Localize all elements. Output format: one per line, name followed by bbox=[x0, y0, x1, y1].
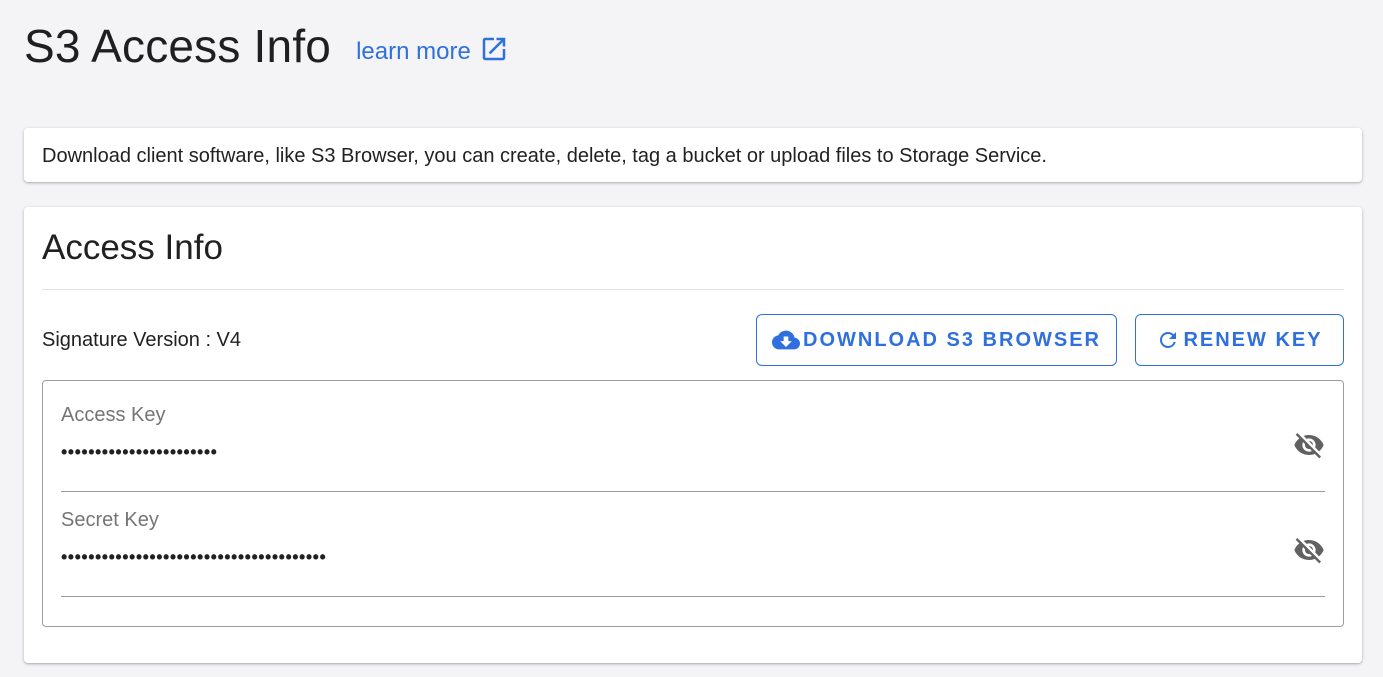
access-key-value[interactable]: ••••••••••••••••••••••• bbox=[61, 441, 217, 463]
learn-more-link[interactable]: learn more bbox=[356, 37, 509, 66]
eye-off-icon[interactable] bbox=[1293, 429, 1325, 461]
page-title: S3 Access Info bbox=[24, 20, 332, 72]
secret-key-label: Secret Key bbox=[61, 509, 159, 531]
access-key-field[interactable]: Access Key ••••••••••••••••••••••• bbox=[61, 401, 1325, 492]
keys-box: Access Key ••••••••••••••••••••••• Secre… bbox=[42, 380, 1344, 627]
renew-key-button[interactable]: RENEW KEY bbox=[1135, 314, 1344, 366]
section-title: Access Info bbox=[42, 228, 223, 267]
info-text: Download client software, like S3 Browse… bbox=[42, 145, 1047, 167]
access-info-card: Access Info Signature Version : V4 DOWNL… bbox=[24, 207, 1362, 663]
learn-more-label: learn more bbox=[356, 38, 471, 65]
open-in-new-icon bbox=[482, 37, 506, 61]
divider bbox=[42, 289, 1344, 290]
renew-button-label: RENEW KEY bbox=[1183, 328, 1323, 351]
page-header: S3 Access Info learn more bbox=[24, 14, 509, 78]
secret-key-field[interactable]: Secret Key •••••••••••••••••••••••••••••… bbox=[61, 506, 1325, 597]
info-card: Download client software, like S3 Browse… bbox=[24, 128, 1362, 182]
eye-off-icon[interactable] bbox=[1293, 534, 1325, 566]
signature-version: Signature Version : V4 bbox=[42, 329, 242, 351]
download-button-label: DOWNLOAD S3 BROWSER bbox=[803, 328, 1101, 351]
cloud-download-icon bbox=[772, 330, 800, 350]
refresh-icon bbox=[1160, 332, 1177, 348]
download-s3-browser-button[interactable]: DOWNLOAD S3 BROWSER bbox=[756, 314, 1117, 366]
access-key-label: Access Key bbox=[61, 404, 166, 426]
secret-key-value[interactable]: ••••••••••••••••••••••••••••••••••••••• bbox=[61, 546, 326, 568]
